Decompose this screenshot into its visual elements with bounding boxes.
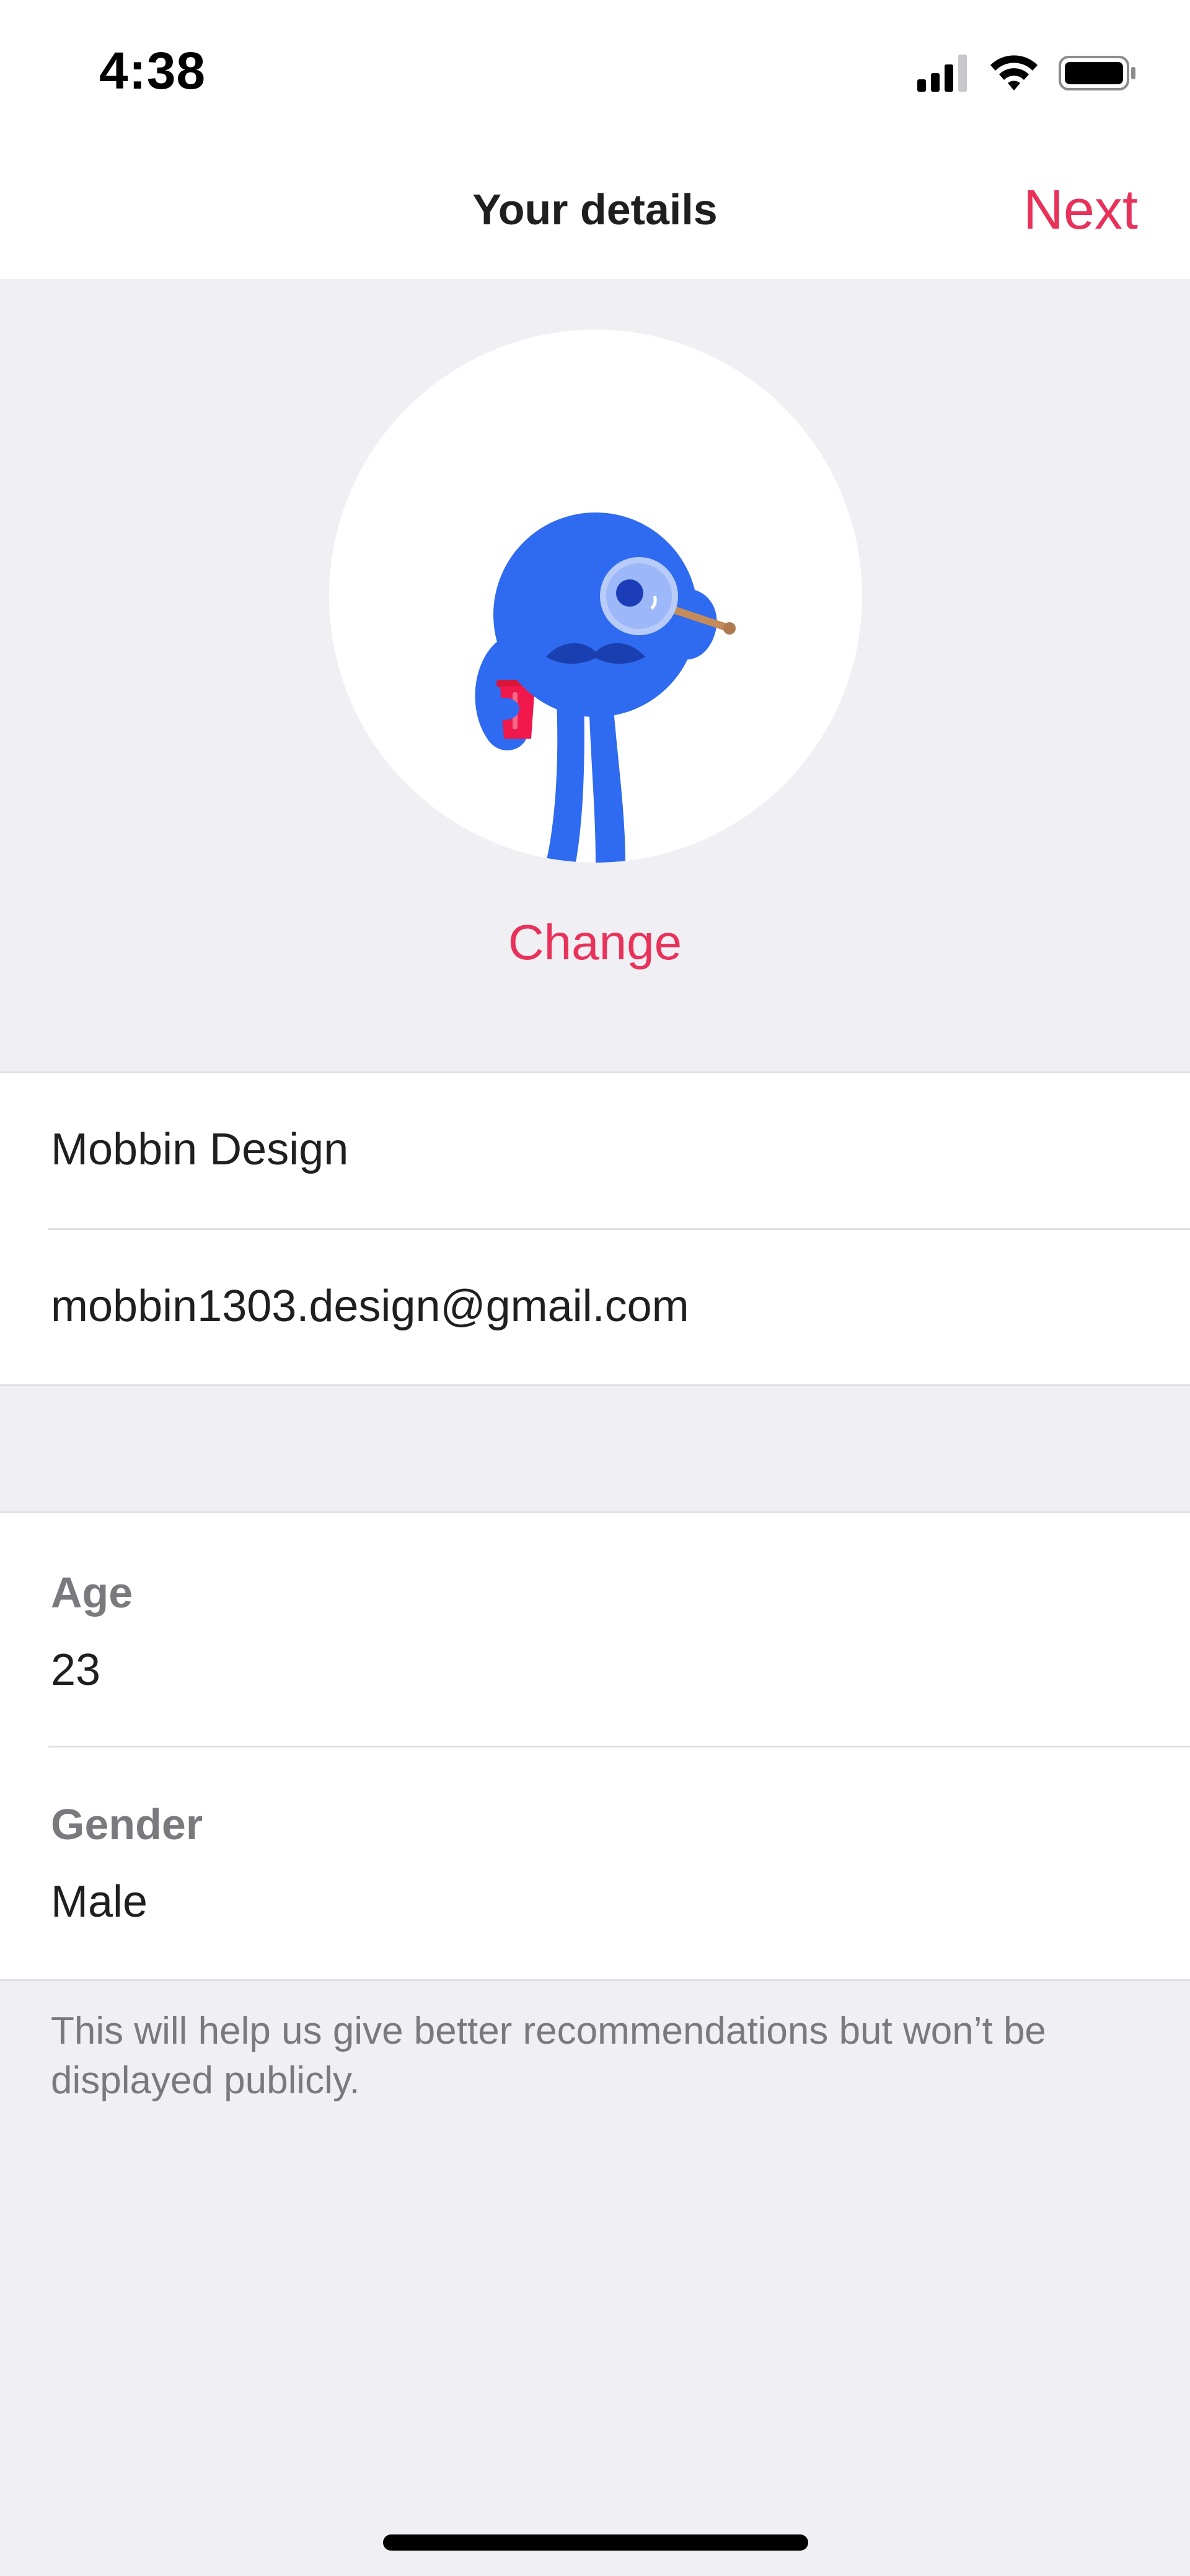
email-field[interactable]: mobbin1303.design@gmail.com — [51, 1230, 1190, 1384]
email-value: mobbin1303.design@gmail.com — [51, 1281, 689, 1331]
account-group: Mobbin Design mobbin1303.design@gmail.co… — [0, 1071, 1190, 1386]
age-label: Age — [51, 1568, 133, 1617]
profile-group: Age 23 Gender Male — [0, 1511, 1190, 1981]
home-indicator[interactable] — [383, 2534, 808, 2551]
age-value: 23 — [51, 1645, 101, 1695]
privacy-footnote: This will help us give better recommenda… — [51, 2010, 1046, 2102]
name-field[interactable]: Mobbin Design — [51, 1073, 1190, 1228]
gender-field[interactable]: Gender Male — [51, 1747, 1190, 1979]
next-button[interactable]: Next — [1023, 178, 1138, 242]
name-value: Mobbin Design — [51, 1125, 349, 1174]
gender-value: Male — [51, 1877, 148, 1927]
status-time: 4:38 — [99, 42, 206, 100]
monster-illustration — [475, 512, 736, 863]
avatar-section: Change — [0, 279, 1190, 1072]
page-title: Your details — [472, 185, 718, 234]
status-icons — [917, 52, 1140, 93]
change-avatar-button[interactable]: Change — [0, 914, 1190, 971]
avatar[interactable] — [329, 330, 862, 863]
battery-icon — [1059, 56, 1135, 90]
gender-label: Gender — [51, 1800, 203, 1848]
navigation-bar: Your details Next — [0, 143, 1190, 279]
age-field[interactable]: Age 23 — [51, 1513, 1190, 1746]
wifi-icon — [990, 55, 1038, 90]
signal-icon — [917, 55, 967, 92]
status-bar: 4:38 — [0, 0, 1190, 143]
